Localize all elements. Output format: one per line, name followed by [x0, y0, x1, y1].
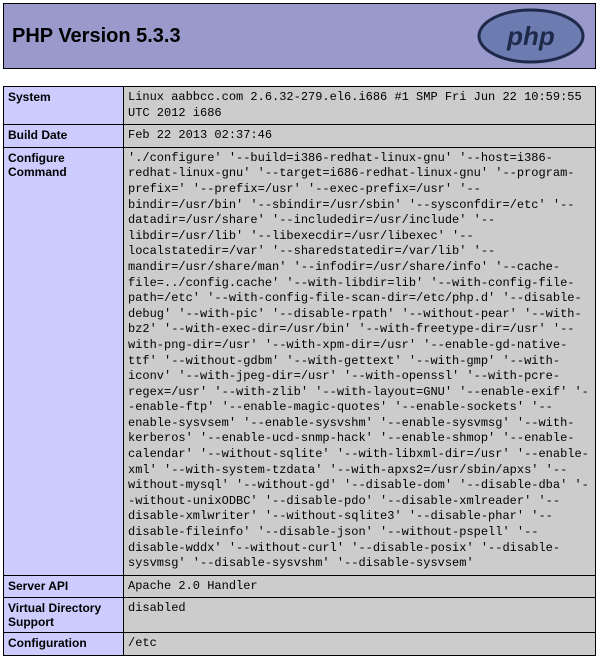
php-logo-icon: php — [475, 7, 587, 65]
phpinfo-table: System Linux aabbcc.com 2.6.32-279.el6.i… — [3, 86, 596, 656]
row-value-configuration: /etc — [124, 633, 596, 656]
row-label-system: System — [4, 87, 124, 125]
row-label-configure-command: Configure Command — [4, 147, 124, 575]
row-value-server-api: Apache 2.0 Handler — [124, 575, 596, 598]
php-logo: php — [475, 7, 587, 65]
row-value-configure-command: './configure' '--build=i386-redhat-linux… — [124, 147, 596, 575]
page-title: PHP Version 5.3.3 — [12, 25, 181, 48]
row-label-configuration: Configuration — [4, 633, 124, 656]
row-value-system: Linux aabbcc.com 2.6.32-279.el6.i686 #1 … — [124, 87, 596, 125]
php-logo-text: php — [506, 21, 555, 51]
table-row: Build Date Feb 22 2013 02:37:46 — [4, 125, 596, 148]
table-row: Virtual Directory Support disabled — [4, 598, 596, 633]
table-row: Server API Apache 2.0 Handler — [4, 575, 596, 598]
row-value-virtual-directory-support: disabled — [124, 598, 596, 633]
table-row: System Linux aabbcc.com 2.6.32-279.el6.i… — [4, 87, 596, 125]
row-value-build-date: Feb 22 2013 02:37:46 — [124, 125, 596, 148]
row-label-virtual-directory-support: Virtual Directory Support — [4, 598, 124, 633]
table-row: Configuration /etc — [4, 633, 596, 656]
phpinfo-header: PHP Version 5.3.3 php — [3, 3, 596, 69]
row-label-build-date: Build Date — [4, 125, 124, 148]
table-row: Configure Command './configure' '--build… — [4, 147, 596, 575]
row-label-server-api: Server API — [4, 575, 124, 598]
